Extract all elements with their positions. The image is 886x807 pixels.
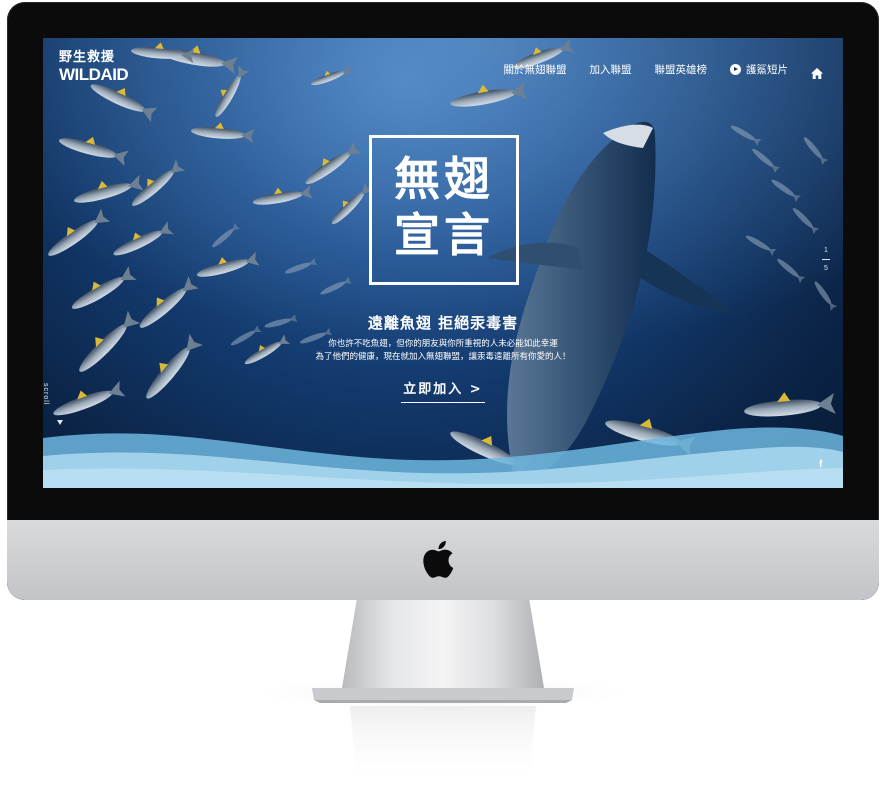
play-icon (730, 64, 741, 75)
home-icon[interactable] (811, 64, 823, 79)
nav-item-about[interactable]: 關於無翅聯盟 (504, 62, 567, 77)
nav-item-video-label: 護鯊短片 (746, 64, 788, 76)
nav-menu: 關於無翅聯盟 加入聯盟 聯盟英雄榜 護鯊短片 (481, 62, 823, 79)
slide-pager: 1 5 (819, 247, 833, 272)
website-screen: 野生救援 WILDAID 關於無翅聯盟 加入聯盟 聯盟英雄榜 護鯊短片 無翅 宣… (43, 38, 843, 488)
top-navigation: 野生救援 WILDAID 關於無翅聯盟 加入聯盟 聯盟英雄榜 護鯊短片 (43, 38, 843, 98)
nav-item-join[interactable]: 加入聯盟 (590, 62, 632, 77)
logo-chinese: 野生救援 (59, 50, 116, 65)
monitor: 野生救援 WILDAID 關於無翅聯盟 加入聯盟 聯盟英雄榜 護鯊短片 無翅 宣… (7, 2, 879, 600)
hero-title-line2: 宣言 (394, 208, 494, 262)
wildaid-logo[interactable]: 野生救援 WILDAID (59, 46, 129, 85)
hero-tagline: 遠離魚翅 拒絕汞毒害 (367, 314, 519, 332)
pager-divider (822, 259, 830, 260)
hero-title-box: 無翅 宣言 (369, 135, 519, 285)
join-now-button[interactable]: 立即加入 > (401, 378, 485, 403)
scroll-indicator-label: scroll (43, 383, 49, 406)
facebook-icon[interactable]: f (819, 459, 822, 470)
pager-current: 1 (824, 247, 828, 254)
scroll-down-icon[interactable] (57, 420, 63, 425)
hero-title-line1: 無翅 (394, 152, 494, 206)
nav-item-heroes[interactable]: 聯盟英雄榜 (655, 62, 708, 77)
hero-description: 你也許不吃魚翅，但你的朋友與你所重視的人未必能如此幸運 為了他們的健康，現在就加… (43, 338, 843, 364)
hero-description-line1: 你也許不吃魚翅，但你的朋友與你所重視的人未必能如此幸運 (328, 339, 558, 349)
hero-description-line2: 為了他們的健康，現在就加入無翅聯盟，讓汞毒遠離所有你愛的人！ (315, 352, 571, 362)
logo-english: WILDAID (59, 65, 129, 84)
nav-item-video[interactable]: 護鯊短片 (730, 62, 788, 77)
apple-logo-icon (423, 540, 454, 578)
pager-total: 5 (824, 265, 828, 272)
